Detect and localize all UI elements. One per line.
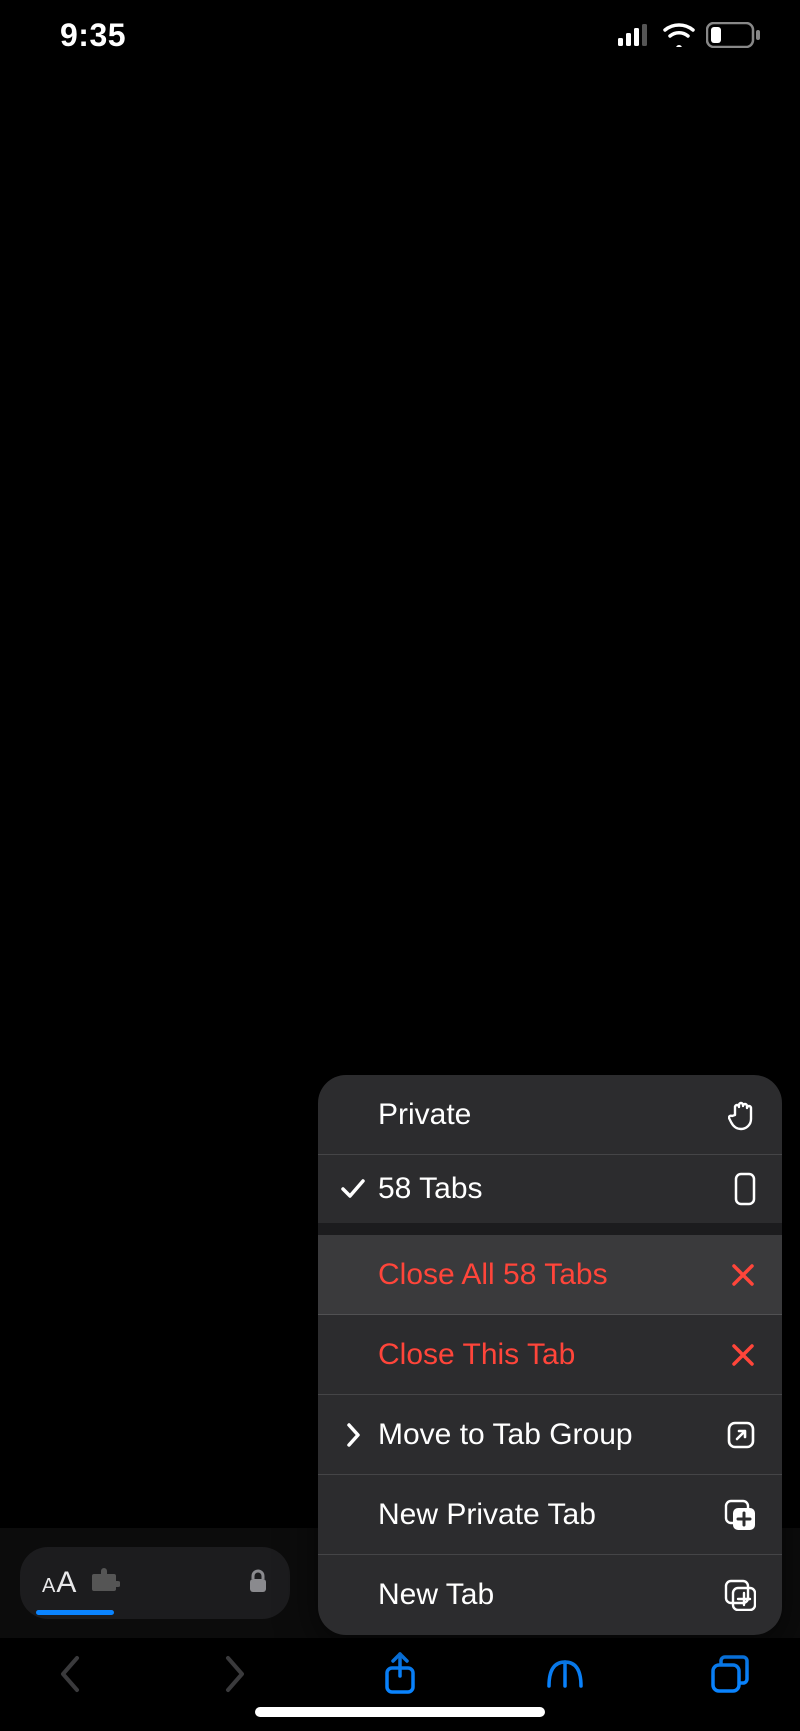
address-bar[interactable]: A A bbox=[20, 1547, 290, 1619]
menu-label: Move to Tab Group bbox=[378, 1418, 716, 1452]
reader-text-size-button[interactable]: A A bbox=[42, 1566, 76, 1600]
wifi-icon bbox=[662, 23, 696, 47]
chevron-right-icon bbox=[336, 1422, 370, 1448]
tabs-context-menu: Private 58 Tabs Close All 58 Tabs Close … bbox=[318, 1075, 782, 1635]
status-indicators bbox=[618, 22, 762, 48]
plus-square-icon bbox=[716, 1579, 756, 1611]
hand-icon bbox=[716, 1099, 756, 1131]
menu-label: Close All 58 Tabs bbox=[378, 1258, 716, 1292]
plus-square-filled-icon bbox=[716, 1499, 756, 1531]
menu-label: New Tab bbox=[378, 1578, 716, 1612]
menu-label: Close This Tab bbox=[378, 1338, 716, 1372]
menu-item-close-this-tab[interactable]: Close This Tab bbox=[318, 1315, 782, 1395]
menu-label: 58 Tabs bbox=[378, 1172, 716, 1206]
back-button[interactable] bbox=[40, 1650, 100, 1698]
home-indicator[interactable] bbox=[255, 1707, 545, 1717]
bookmarks-button[interactable] bbox=[535, 1650, 595, 1698]
close-icon bbox=[716, 1262, 756, 1288]
checkmark-icon bbox=[336, 1178, 370, 1200]
menu-label: New Private Tab bbox=[378, 1498, 716, 1532]
menu-label: Private bbox=[378, 1098, 716, 1132]
menu-item-58-tabs[interactable]: 58 Tabs bbox=[318, 1155, 782, 1235]
text-size-small-a: A bbox=[42, 1575, 55, 1598]
battery-icon bbox=[706, 22, 762, 48]
menu-item-new-private-tab[interactable]: New Private Tab bbox=[318, 1475, 782, 1555]
share-button[interactable] bbox=[370, 1650, 430, 1698]
forward-button[interactable] bbox=[205, 1650, 265, 1698]
bottom-toolbar bbox=[0, 1638, 800, 1731]
text-size-large-a: A bbox=[56, 1566, 76, 1600]
cellular-icon bbox=[618, 24, 652, 46]
status-time: 9:35 bbox=[60, 17, 126, 54]
tabs-button[interactable] bbox=[700, 1650, 760, 1698]
extensions-icon[interactable] bbox=[90, 1568, 120, 1599]
loading-progress-bar bbox=[36, 1610, 114, 1615]
lock-icon bbox=[248, 1568, 268, 1599]
close-icon bbox=[716, 1342, 756, 1368]
menu-item-move-to-tab-group[interactable]: Move to Tab Group bbox=[318, 1395, 782, 1475]
menu-item-new-tab[interactable]: New Tab bbox=[318, 1555, 782, 1635]
menu-item-close-all-tabs[interactable]: Close All 58 Tabs bbox=[318, 1235, 782, 1315]
menu-item-private[interactable]: Private bbox=[318, 1075, 782, 1155]
arrow-out-icon bbox=[716, 1420, 756, 1450]
status-bar: 9:35 bbox=[0, 0, 800, 70]
phone-icon bbox=[716, 1172, 756, 1206]
